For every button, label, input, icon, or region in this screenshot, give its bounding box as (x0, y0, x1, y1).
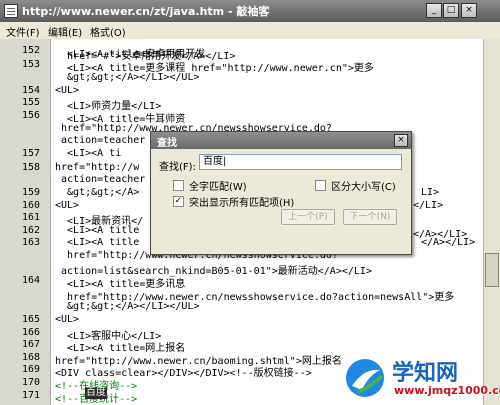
match-whole-word-option[interactable]: 全字匹配(W) (173, 178, 247, 193)
line-number: 158 (22, 162, 41, 173)
code-line: &gt;&gt;</A> (55, 187, 140, 198)
watermark-title: 学知网 (392, 361, 459, 386)
code-fragment: LI> (421, 187, 440, 198)
highlight-all-option[interactable]: ✓ 突出显示所有匹配项(H) (173, 194, 294, 209)
match-whole-word-checkbox[interactable] (173, 180, 184, 191)
watermark-url: www.jmqz1000.com (394, 384, 500, 397)
find-dialog-titlebar[interactable]: 查找 × (151, 132, 411, 149)
line-number: 155 (22, 97, 41, 108)
maximize-button[interactable]: □ (443, 3, 459, 18)
code-line: <UL> (55, 200, 80, 211)
code-line: &gt;&gt;</A></LI></UL> (55, 72, 200, 83)
match-whole-word-label: 全字匹配(W) (189, 182, 247, 193)
code-line: <UL> (55, 314, 80, 325)
find-next-button[interactable]: 下一个(N) (343, 209, 397, 225)
find-input[interactable]: 百度| (199, 154, 402, 170)
line-number: 171 (22, 390, 41, 401)
minimize-button[interactable]: _ (426, 3, 442, 18)
highlight-all-label: 突出显示所有匹配项(H) (189, 198, 295, 209)
match-case-label: 区分大小写(C) (331, 182, 396, 193)
code-line: <LI><A title (55, 237, 140, 248)
line-number-gutter: 152 153 154 155 156 157 158 159 160 161 … (0, 39, 51, 405)
line-number: 169 (22, 364, 41, 375)
code-fragment: </A></LI> (421, 237, 476, 248)
line-number: 167 (22, 339, 41, 350)
line-number: 159 (22, 187, 41, 198)
watermark: 学知网 www.jmqz1000.com (338, 350, 500, 405)
scrollbar-thumb[interactable] (485, 253, 499, 287)
highlight-all-checkbox[interactable]: ✓ (173, 196, 184, 207)
line-number: 156 (22, 110, 41, 121)
title-bar[interactable]: http://www.newer.cn/zt/java.htm - 敲袖客 _ … (0, 0, 500, 23)
line-number: 160 (22, 200, 41, 211)
menu-file[interactable]: 文件(F) (6, 24, 40, 39)
line-number: 166 (22, 327, 41, 338)
close-button[interactable]: × (461, 3, 477, 18)
window-title: http://www.newer.cn/zt/java.htm - 敲袖客 (22, 5, 270, 18)
watermark-logo-icon (346, 359, 384, 397)
line-number: 153 (22, 59, 41, 70)
code-line: &gt;&gt;</A></LI></UL> (55, 301, 200, 312)
match-case-option[interactable]: 区分大小写(C) (315, 178, 396, 193)
code-fragment: </LI> (413, 200, 444, 211)
line-number: 152 (22, 45, 41, 56)
line-number: 161 (22, 212, 41, 223)
code-line: action=teacher (55, 135, 146, 146)
code-line: action=teacher (55, 174, 146, 185)
line-number: 165 (22, 314, 41, 325)
code-line: <LI><A title (55, 225, 140, 236)
line-number: 170 (22, 377, 41, 388)
find-dialog: 查找 × 查找(F): 百度| 全字匹配(W) 区分大小写(C) ✓ 突出显示所… (150, 131, 412, 255)
menu-edit[interactable]: 编辑(E) (48, 24, 82, 39)
line-number: 162 (22, 225, 41, 236)
line-number: 163 (22, 237, 41, 248)
search-match-highlight: 百度 (85, 387, 107, 399)
code-line: <UL> (55, 85, 80, 96)
find-previous-button[interactable]: 上一个(P) (281, 209, 335, 225)
notepad-icon (4, 4, 18, 18)
menu-bar: 文件(F) 编辑(E) 格式(O) (0, 22, 500, 40)
code-line: <LI><A ti (55, 148, 122, 159)
line-number: 157 (22, 148, 41, 159)
find-dialog-close-button[interactable]: × (394, 134, 408, 147)
menu-format[interactable]: 格式(O) (90, 24, 126, 39)
line-number: 168 (22, 352, 41, 363)
line-number: 154 (22, 85, 41, 96)
match-case-checkbox[interactable] (315, 180, 326, 191)
line-number: 164 (22, 275, 41, 286)
code-line: href="http://w (55, 162, 140, 173)
find-dialog-title: 查找 (157, 138, 177, 149)
find-label: 查找(F): (159, 162, 196, 173)
